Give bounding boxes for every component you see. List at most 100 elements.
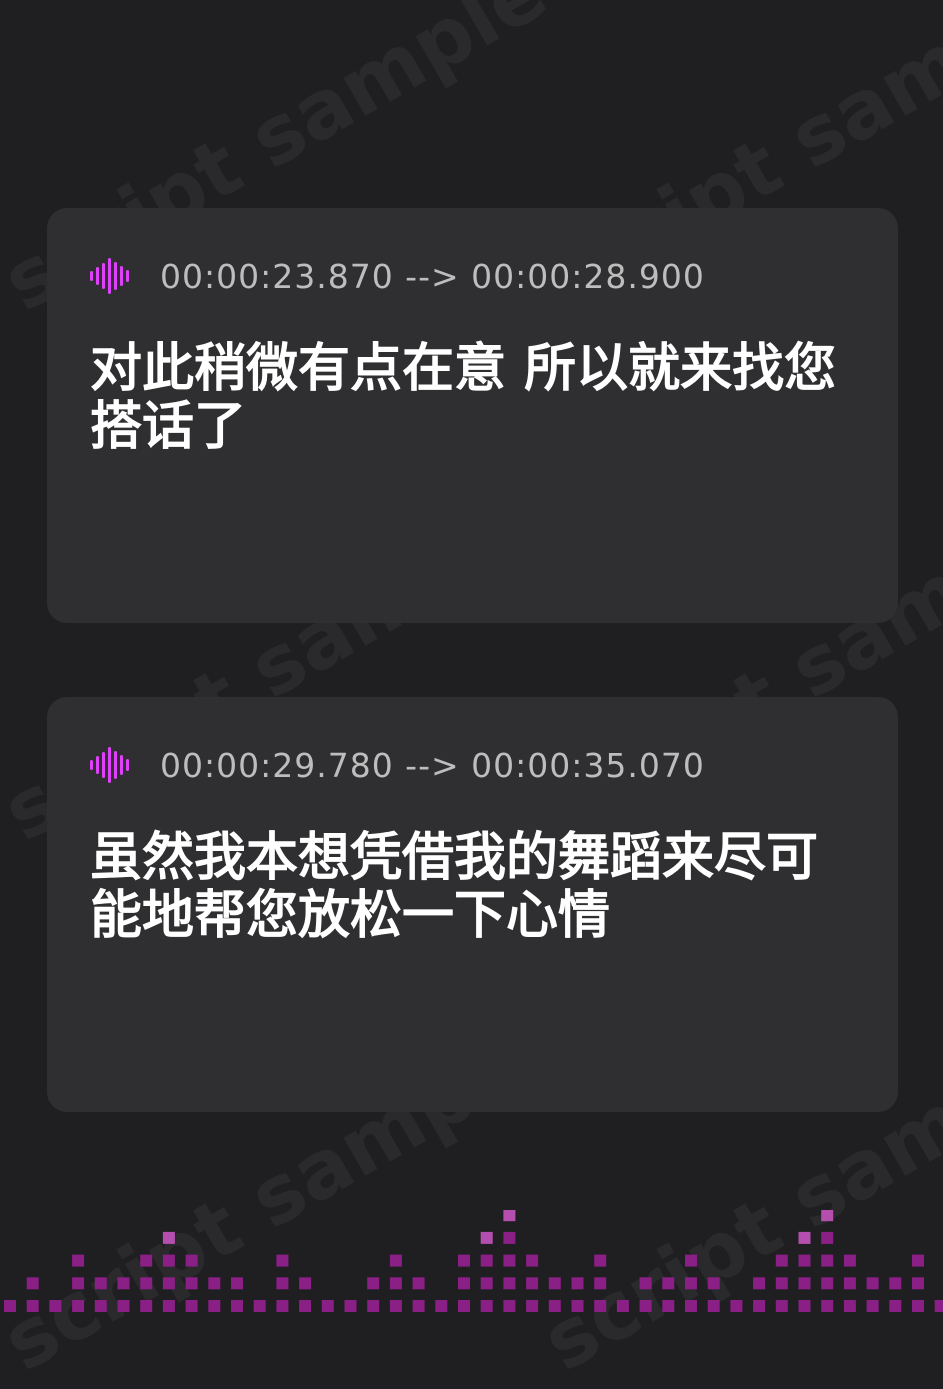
equalizer-block	[49, 1300, 62, 1312]
timestamp-row: 00:00:29.780 --> 00:00:35.070	[90, 745, 705, 785]
equalizer-block	[798, 1231, 811, 1244]
equalizer-block	[594, 1254, 607, 1267]
equalizer-block	[912, 1254, 924, 1267]
equalizer-block	[912, 1277, 924, 1290]
equalizer-block	[231, 1277, 243, 1290]
equalizer-block	[526, 1300, 539, 1312]
equalizer-block	[821, 1210, 834, 1222]
equalizer-block	[685, 1254, 697, 1267]
equalizer-block	[389, 1277, 402, 1290]
timestamp-row: 00:00:23.870 --> 00:00:28.900	[90, 256, 705, 296]
equalizer-block	[458, 1254, 470, 1267]
equalizer-block	[707, 1277, 720, 1290]
equalizer-block	[162, 1300, 175, 1312]
equalizer-block	[866, 1277, 879, 1290]
equalizer-block	[458, 1300, 470, 1312]
equalizer-block	[798, 1300, 811, 1312]
equalizer-block	[798, 1254, 811, 1267]
equalizer-block	[503, 1300, 516, 1312]
equalizer-block	[548, 1300, 561, 1312]
equalizer-block	[503, 1231, 516, 1244]
equalizer-block	[843, 1254, 856, 1267]
equalizer-block	[889, 1277, 902, 1290]
equalizer-block	[843, 1277, 856, 1290]
equalizer-block	[117, 1277, 130, 1290]
equalizer-block	[26, 1300, 39, 1312]
equalizer-block	[798, 1277, 811, 1290]
equalizer-block	[480, 1231, 493, 1244]
equalizer-block	[231, 1300, 243, 1312]
equalizer-block	[72, 1300, 85, 1312]
timestamp: 00:00:29.780 --> 00:00:35.070	[160, 745, 705, 785]
equalizer-block	[753, 1300, 766, 1312]
equalizer-block	[730, 1300, 743, 1312]
equalizer-block	[480, 1277, 493, 1290]
equalizer-block	[548, 1277, 561, 1290]
equalizer-block	[821, 1254, 834, 1267]
subtitle-card: 00:00:23.870 --> 00:00:28.900 对此稍微有点在意 所…	[47, 208, 898, 623]
audio-wave-icon	[90, 747, 129, 783]
equalizer-block	[594, 1300, 607, 1312]
equalizer-block	[503, 1254, 516, 1267]
audio-wave-icon	[90, 258, 129, 294]
equalizer-block	[526, 1254, 539, 1267]
equalizer-block	[94, 1277, 107, 1290]
equalizer-block	[276, 1254, 289, 1267]
equalizer-block	[526, 1277, 539, 1290]
equalizer-block	[117, 1300, 130, 1312]
equalizer-block	[162, 1254, 175, 1267]
equalizer-block	[72, 1277, 85, 1290]
equalizer-block	[480, 1254, 493, 1267]
equalizer-block	[299, 1300, 312, 1312]
equalizer-block	[435, 1300, 448, 1312]
equalizer-block	[889, 1300, 902, 1312]
equalizer-block	[639, 1277, 652, 1290]
equalizer-block	[276, 1277, 289, 1290]
equalizer-block	[276, 1300, 289, 1312]
equalizer-block	[140, 1254, 153, 1267]
subtitle-text: 对此稍微有点在意 所以就来找您搭话了	[90, 339, 837, 457]
equalizer-block	[775, 1277, 788, 1290]
subtitle-text: 虽然我本想凭借我的舞蹈来尽可能地帮您放松一下心情	[90, 828, 819, 946]
equalizer-block	[389, 1300, 402, 1312]
equalizer-block	[389, 1254, 402, 1267]
equalizer-block	[753, 1277, 766, 1290]
equalizer-block	[707, 1300, 720, 1312]
equalizer-block	[616, 1300, 629, 1312]
equalizer-block	[162, 1277, 175, 1290]
equalizer-block	[26, 1277, 39, 1290]
equalizer-block	[94, 1300, 107, 1312]
equalizer-block	[503, 1277, 516, 1290]
equalizer-block	[185, 1277, 198, 1290]
equalizer-block	[4, 1300, 16, 1312]
equalizer-block	[253, 1300, 266, 1312]
equalizer-block	[662, 1277, 675, 1290]
equalizer-block	[775, 1254, 788, 1267]
timestamp: 00:00:23.870 --> 00:00:28.900	[160, 256, 705, 296]
equalizer-block	[934, 1300, 943, 1312]
equalizer-block	[208, 1300, 221, 1312]
equalizer-block	[480, 1300, 493, 1312]
equalizer-block	[639, 1300, 652, 1312]
equalizer-block	[685, 1300, 697, 1312]
equalizer-block	[185, 1300, 198, 1312]
equalizer-block	[571, 1277, 584, 1290]
equalizer-block	[162, 1231, 175, 1244]
equalizer-block	[843, 1300, 856, 1312]
equalizer-block	[140, 1300, 153, 1312]
equalizer-block	[866, 1300, 879, 1312]
equalizer-block	[821, 1277, 834, 1290]
equalizer-block	[662, 1300, 675, 1312]
equalizer-block	[912, 1300, 924, 1312]
equalizer-block	[685, 1277, 697, 1290]
equalizer-block	[412, 1277, 425, 1290]
subtitle-card: 00:00:29.780 --> 00:00:35.070 虽然我本想凭借我的舞…	[47, 697, 898, 1112]
equalizer-block	[458, 1277, 470, 1290]
equalizer-block	[299, 1277, 312, 1290]
equalizer-decoration	[4, 1210, 943, 1312]
watermark-layer: script sample script sample script sampl…	[0, 0, 943, 1389]
equalizer-block	[367, 1277, 380, 1290]
equalizer-block	[571, 1300, 584, 1312]
equalizer-block	[821, 1300, 834, 1312]
equalizer-block	[367, 1300, 380, 1312]
